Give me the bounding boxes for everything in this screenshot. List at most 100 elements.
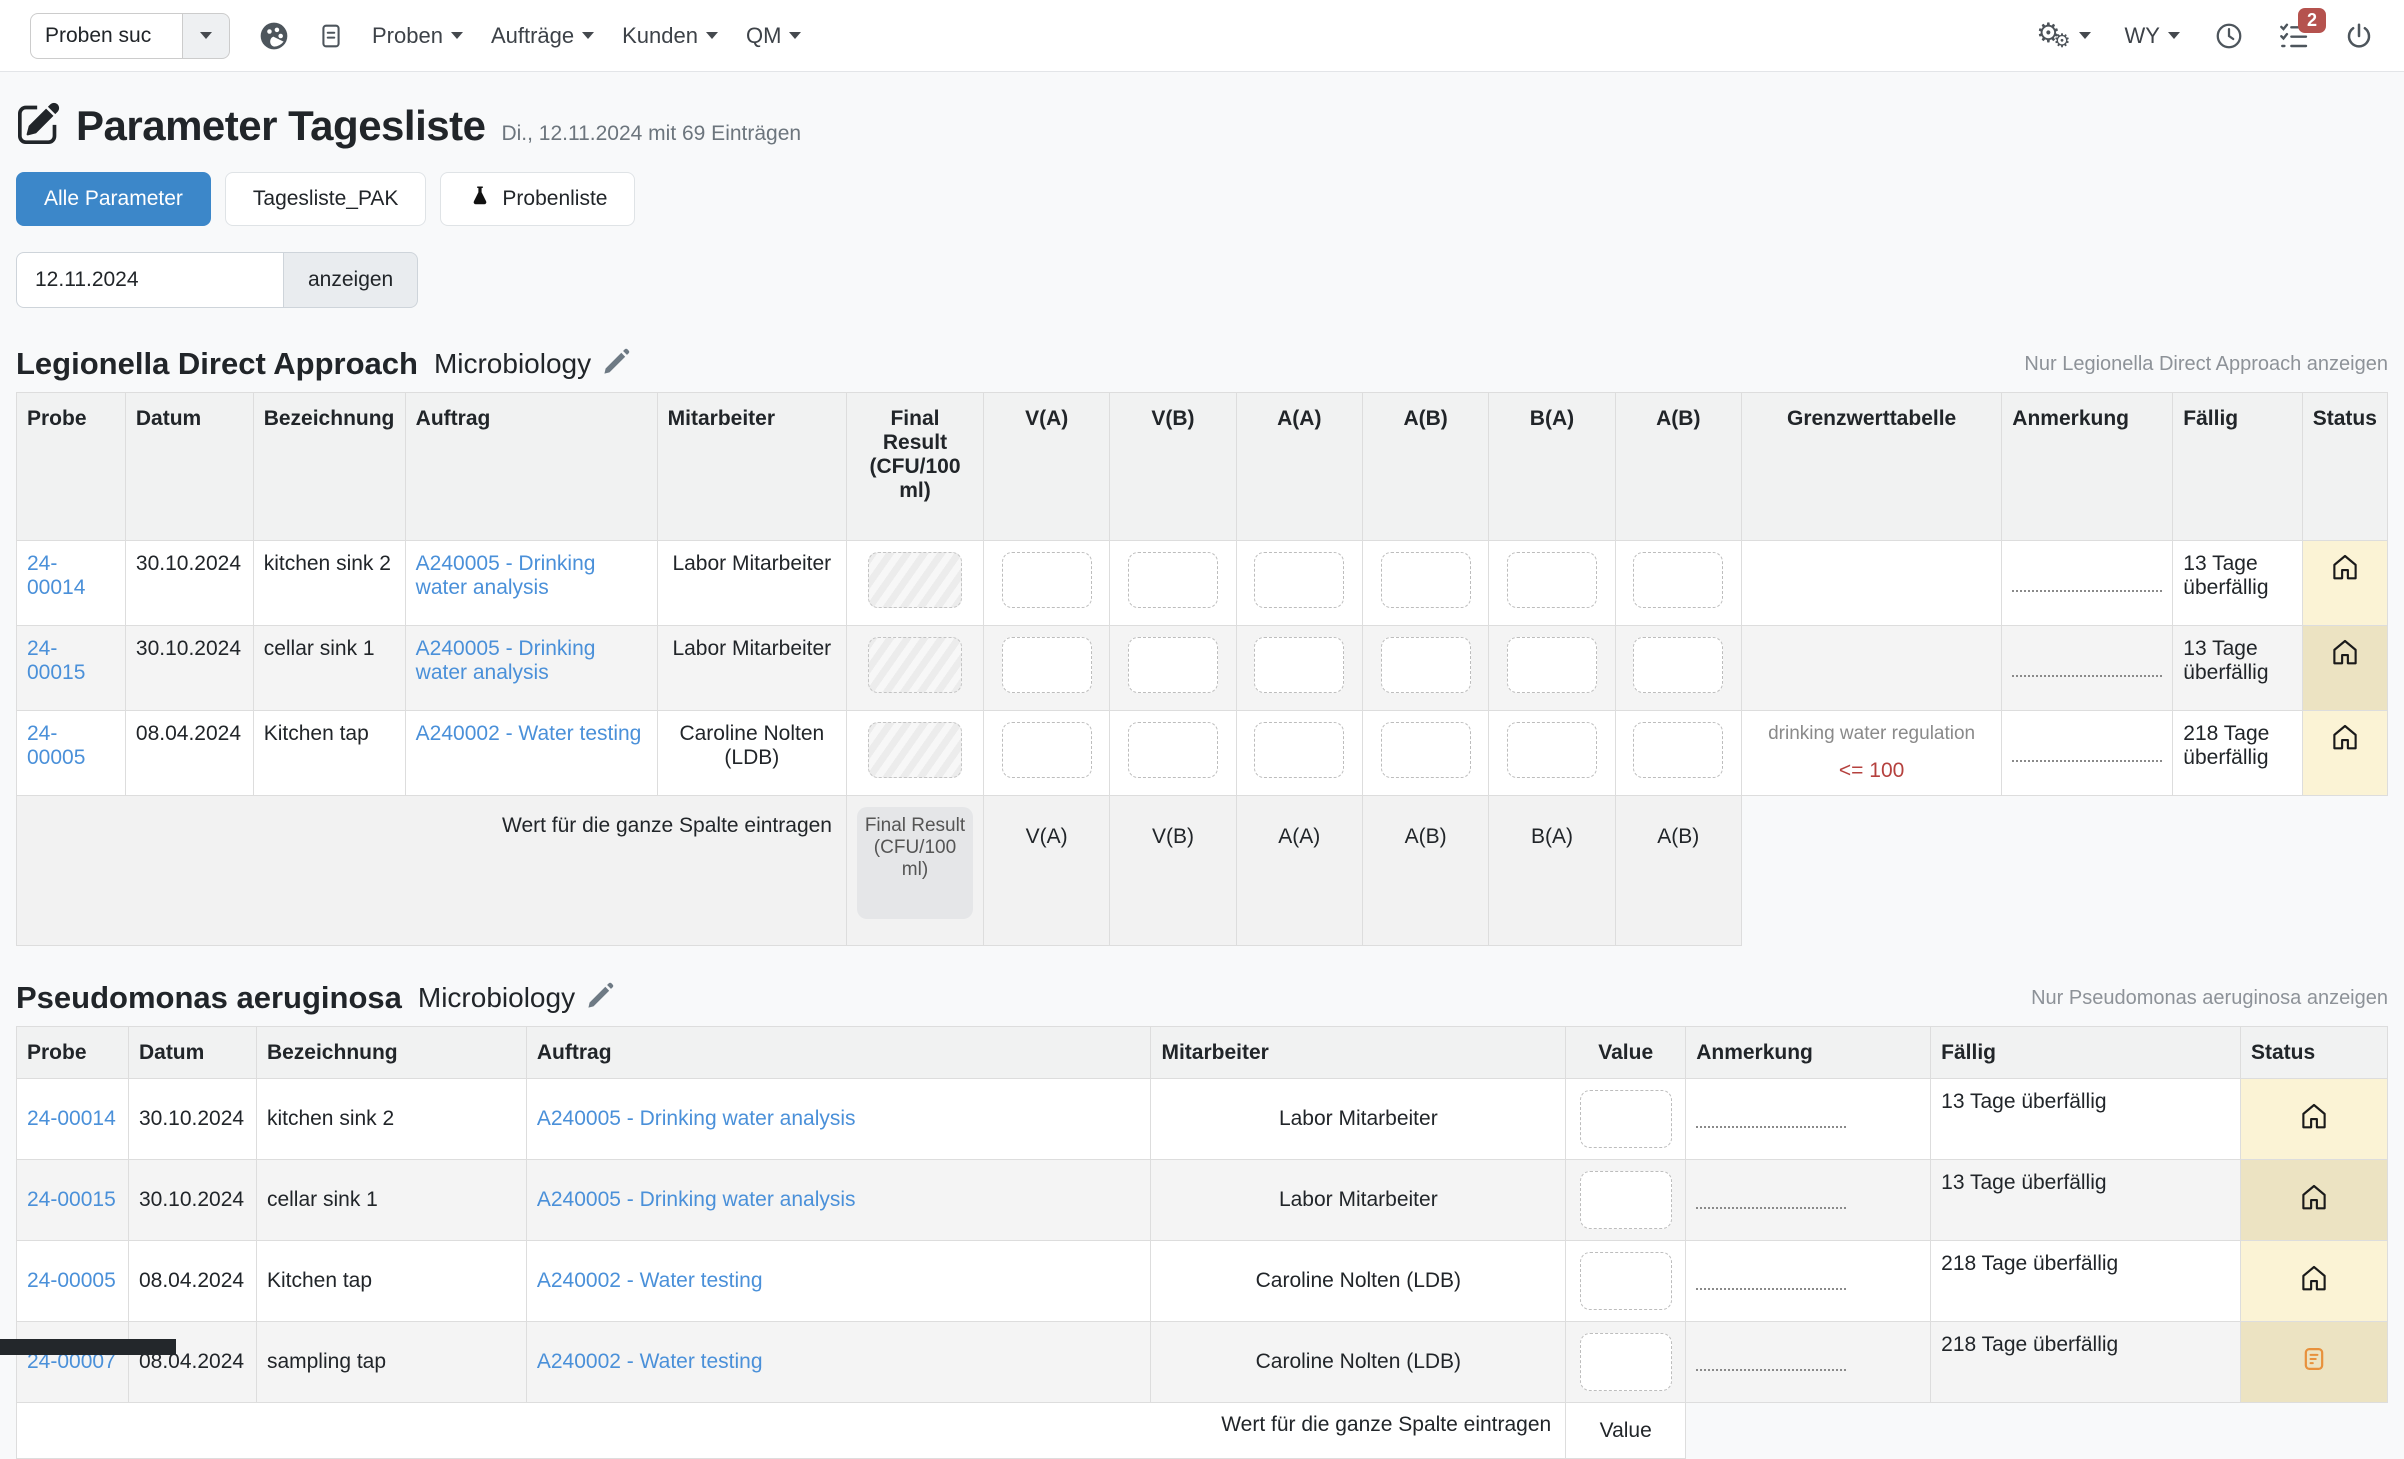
col-header-va: V(A)	[983, 393, 1109, 541]
show-button[interactable]: anzeigen	[284, 252, 418, 308]
grenzwert-cell	[1741, 626, 2001, 711]
column-fill-label: Wert für die ganze Spalte eintragen	[17, 796, 847, 946]
value-input-ab[interactable]	[1381, 552, 1471, 608]
value-input[interactable]	[1580, 1333, 1672, 1391]
search-input[interactable]	[30, 13, 182, 59]
auftrag-link[interactable]: A240005 - Drinking water analysis	[416, 552, 596, 599]
value-input-ba[interactable]	[1507, 552, 1597, 608]
final-result-input-disabled	[868, 552, 962, 608]
auftrag-link[interactable]: A240002 - Water testing	[537, 1269, 763, 1292]
clock-icon[interactable]	[2214, 21, 2244, 51]
value-input-ba[interactable]	[1507, 637, 1597, 693]
tab-alle-parameter[interactable]: Alle Parameter	[16, 172, 211, 226]
column-fill-input-aa[interactable]: A(A)	[1247, 807, 1352, 849]
anmerkung-field[interactable]	[2012, 738, 2162, 762]
tab-tagesliste-pak[interactable]: Tagesliste_PAK	[225, 172, 427, 226]
home-icon[interactable]	[2330, 649, 2360, 672]
value-input[interactable]	[1580, 1090, 1672, 1148]
sample-search-group	[30, 13, 230, 59]
col-header-vb: V(B)	[1110, 393, 1236, 541]
value-input-aa[interactable]	[1254, 637, 1344, 693]
value-input-aa[interactable]	[1254, 722, 1344, 778]
edit-section-icon[interactable]	[603, 348, 630, 381]
settings-menu[interactable]: ⚙⚙	[2036, 20, 2090, 51]
home-icon[interactable]	[2330, 564, 2360, 587]
filter-pseudomonas-link[interactable]: Nur Pseudomonas aeruginosa anzeigen	[2031, 987, 2388, 1010]
menu-kunden[interactable]: Kunden	[622, 23, 718, 49]
home-icon[interactable]	[2299, 1194, 2329, 1217]
value-input[interactable]	[1580, 1252, 1672, 1310]
grenzwert-table-name: drinking water regulation	[1752, 723, 1991, 745]
faellig-cell: 218 Tage überfällig	[1931, 1322, 2241, 1403]
value-input-ba[interactable]	[1507, 722, 1597, 778]
value-input-ab2[interactable]	[1633, 722, 1723, 778]
value-input-vb[interactable]	[1128, 637, 1218, 693]
column-fill-input-va[interactable]: V(A)	[994, 807, 1099, 849]
date-input[interactable]	[16, 252, 284, 308]
value-input-va[interactable]	[1002, 637, 1092, 693]
probe-link[interactable]: 24-00005	[27, 1269, 116, 1292]
home-icon[interactable]	[2330, 734, 2360, 757]
auftrag-link[interactable]: A240005 - Drinking water analysis	[537, 1107, 856, 1130]
col-header-ba: B(A)	[1489, 393, 1615, 541]
value-input-aa[interactable]	[1254, 552, 1344, 608]
section-legionella-category: Microbiology	[434, 348, 591, 380]
probe-link[interactable]: 24-00014	[27, 1107, 116, 1130]
home-icon[interactable]	[2299, 1113, 2329, 1136]
anmerkung-field[interactable]	[1696, 1347, 1846, 1371]
search-dropdown-button[interactable]	[182, 13, 230, 59]
anmerkung-field[interactable]	[2012, 653, 2162, 677]
palette-icon[interactable]	[258, 20, 290, 52]
bezeichnung-cell: kitchen sink 2	[253, 541, 405, 626]
column-fill-input-final-result[interactable]: Final Result (CFU/100 ml)	[857, 807, 973, 919]
auftrag-link[interactable]: A240002 - Water testing	[416, 722, 642, 745]
value-input[interactable]	[1580, 1171, 1672, 1229]
column-fill-input-value[interactable]: Value	[1576, 1419, 1675, 1443]
anmerkung-field[interactable]	[2012, 568, 2162, 592]
auftrag-link[interactable]: A240002 - Water testing	[537, 1350, 763, 1373]
mitarbeiter-cell: Caroline Nolten (LDB)	[1151, 1322, 1566, 1403]
filter-legionella-link[interactable]: Nur Legionella Direct Approach anzeigen	[2024, 353, 2388, 376]
value-input-ab[interactable]	[1381, 637, 1471, 693]
column-fill-input-ba[interactable]: B(A)	[1499, 807, 1604, 849]
value-input-ab2[interactable]	[1633, 637, 1723, 693]
home-icon[interactable]	[2299, 1275, 2329, 1298]
column-fill-input-ab[interactable]: A(B)	[1373, 807, 1478, 849]
document-icon[interactable]	[318, 21, 344, 51]
journal-icon[interactable]	[2300, 1355, 2328, 1378]
pseudomonas-header-row: Probe Datum Bezeichnung Auftrag Mitarbei…	[17, 1027, 2388, 1079]
value-input-va[interactable]	[1002, 552, 1092, 608]
value-input-vb[interactable]	[1128, 552, 1218, 608]
edit-section-icon[interactable]	[587, 982, 614, 1015]
anmerkung-field[interactable]	[1696, 1266, 1846, 1290]
grenzwert-limit: <= 100	[1752, 759, 1991, 783]
menu-auftraege[interactable]: Aufträge	[491, 23, 594, 49]
value-input-vb[interactable]	[1128, 722, 1218, 778]
column-fill-input-ab2[interactable]: A(B)	[1626, 807, 1731, 849]
edit-title-icon[interactable]	[18, 102, 60, 150]
final-result-input-disabled	[868, 722, 962, 778]
power-icon[interactable]	[2344, 21, 2374, 51]
col-header-datum: Datum	[125, 393, 253, 541]
auftrag-link[interactable]: A240005 - Drinking water analysis	[416, 637, 596, 684]
anmerkung-field[interactable]	[1696, 1104, 1846, 1128]
section-pseudomonas-category: Microbiology	[418, 982, 575, 1014]
auftrag-link[interactable]: A240005 - Drinking water analysis	[537, 1188, 856, 1211]
menu-proben[interactable]: Proben	[372, 23, 463, 49]
probe-link[interactable]: 24-00005	[27, 722, 85, 769]
probe-link[interactable]: 24-00015	[27, 637, 85, 684]
chevron-down-icon	[200, 32, 212, 39]
probe-link[interactable]: 24-00014	[27, 552, 85, 599]
probe-link[interactable]: 24-00015	[27, 1188, 116, 1211]
table-row: 24-00005 08.04.2024 Kitchen tap A240002 …	[17, 1241, 2388, 1322]
tab-probenliste[interactable]: Probenliste	[440, 172, 635, 226]
column-fill-input-vb[interactable]: V(B)	[1120, 807, 1225, 849]
page-title: Parameter Tagesliste	[76, 102, 485, 150]
anmerkung-field[interactable]	[1696, 1185, 1846, 1209]
menu-qm[interactable]: QM	[746, 23, 801, 49]
value-input-ab[interactable]	[1381, 722, 1471, 778]
user-menu[interactable]: WY	[2125, 23, 2180, 49]
tasks-badge[interactable]: 2	[2298, 8, 2326, 34]
value-input-ab2[interactable]	[1633, 552, 1723, 608]
value-input-va[interactable]	[1002, 722, 1092, 778]
